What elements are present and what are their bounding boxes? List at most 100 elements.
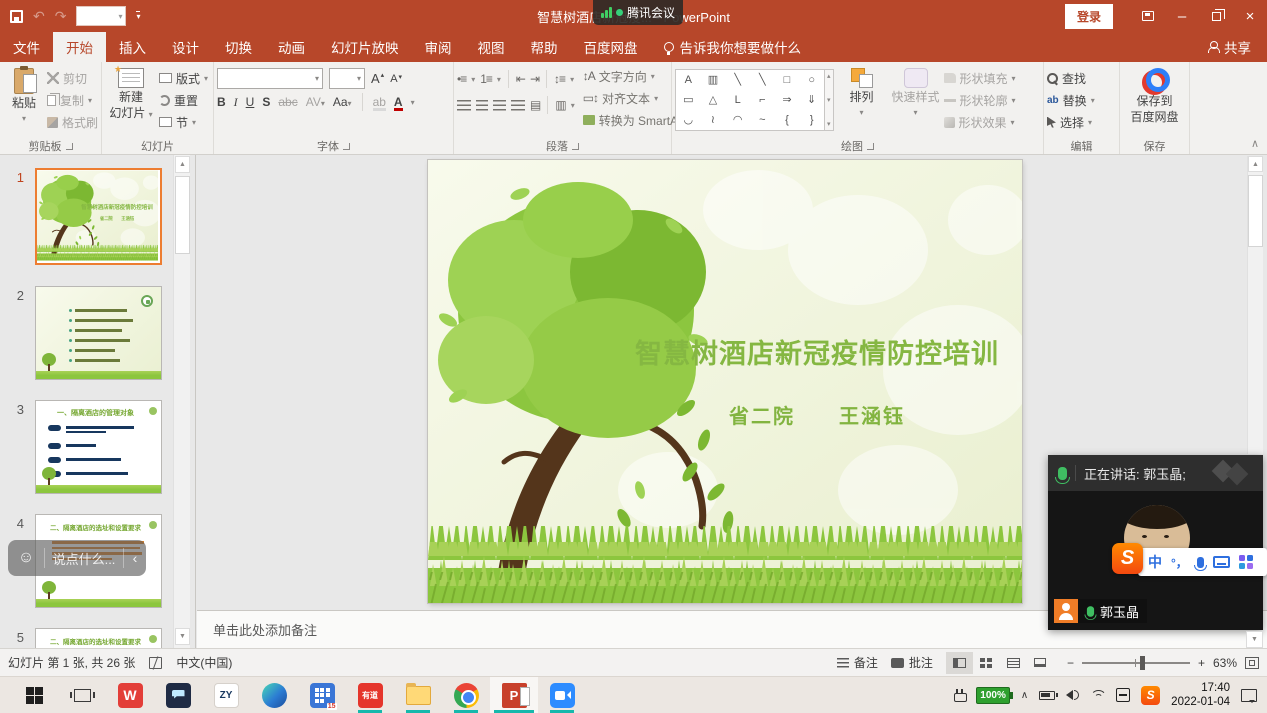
taskbar-clock[interactable]: 17:40 2022-01-04 bbox=[1171, 681, 1230, 710]
taskbar-youdao[interactable]: 有道 bbox=[346, 677, 394, 713]
sogou-ime-logo[interactable]: S bbox=[1112, 543, 1143, 574]
bullets-button[interactable]: •≡ bbox=[457, 72, 466, 86]
reset-button[interactable]: 重置 bbox=[159, 89, 208, 111]
shape-cell[interactable]: ⌐ bbox=[759, 95, 765, 106]
slide-sorter-view-button[interactable] bbox=[973, 652, 1000, 674]
copy-button[interactable]: 复制▾ bbox=[47, 89, 98, 111]
zoom-slider-thumb[interactable] bbox=[1140, 656, 1145, 670]
quick-styles-button[interactable]: 快速样式▾ bbox=[890, 65, 942, 120]
slide-thumbnail-5[interactable]: 二、隔离酒店的选址和设置要求 bbox=[35, 628, 162, 648]
line-spacing-button[interactable]: ↕≡ bbox=[554, 72, 565, 86]
cut-button[interactable]: 剪切 bbox=[47, 67, 98, 89]
scroll-down-icon[interactable]: ▼ bbox=[1246, 631, 1263, 648]
slide-thumbnail-1[interactable]: 智慧树酒店新冠疫情防控培训 省二院 王涵钰 bbox=[35, 168, 162, 265]
slide-subtitle[interactable]: 省二院 王涵钰 bbox=[618, 400, 1016, 429]
reading-view-button[interactable] bbox=[1000, 652, 1027, 674]
ime-toolbar[interactable]: 中 °， bbox=[1138, 548, 1267, 576]
taskbar-calendar-app[interactable]: 15 bbox=[298, 677, 346, 713]
task-view-button[interactable] bbox=[58, 677, 106, 713]
qat-combo-box[interactable]: ▾ bbox=[76, 6, 126, 26]
save-to-baidu-button[interactable]: 保存到 百度网盘 bbox=[1124, 65, 1186, 124]
gallery-up-icon[interactable]: ▴ bbox=[827, 72, 831, 80]
login-button[interactable]: 登录 bbox=[1065, 4, 1113, 29]
shape-cell[interactable]: △ bbox=[709, 95, 717, 106]
highlight-button[interactable]: ab bbox=[373, 95, 386, 109]
align-center-button[interactable] bbox=[476, 100, 488, 111]
shape-cell[interactable]: A bbox=[685, 75, 692, 86]
arrange-button[interactable]: 排列▾ bbox=[836, 65, 888, 120]
tab-view[interactable]: 视图 bbox=[465, 32, 518, 62]
spellcheck-icon[interactable] bbox=[149, 657, 162, 669]
shape-cell[interactable]: { bbox=[785, 115, 789, 126]
normal-view-button[interactable] bbox=[946, 652, 973, 674]
tab-insert[interactable]: 插入 bbox=[106, 32, 159, 62]
zoom-out-button[interactable]: − bbox=[1067, 656, 1074, 670]
notes-placeholder[interactable]: 单击此处添加备注 bbox=[213, 620, 317, 639]
tab-home[interactable]: 开始 bbox=[53, 32, 106, 62]
minimize-button[interactable]: – bbox=[1165, 0, 1199, 32]
char-spacing-button[interactable]: AV▾ bbox=[306, 95, 325, 109]
paste-button[interactable]: 粘贴▾ bbox=[3, 65, 45, 126]
wifi-icon[interactable] bbox=[1090, 690, 1105, 701]
share-button[interactable]: 共享 bbox=[1192, 32, 1267, 62]
font-color-button[interactable]: A bbox=[394, 95, 403, 109]
taskbar-chat-app[interactable] bbox=[154, 677, 202, 713]
sogou-tray-icon[interactable]: S bbox=[1141, 686, 1160, 705]
increase-indent-button[interactable]: ⇥ bbox=[530, 72, 539, 86]
shrink-font-button[interactable]: A▾ bbox=[390, 73, 402, 85]
undo-icon[interactable]: ↶ bbox=[33, 8, 45, 25]
tab-slideshow[interactable]: 幻灯片放映 bbox=[318, 32, 412, 62]
meeting-floating-badge[interactable]: 腾讯会议 bbox=[593, 0, 683, 25]
strikethrough-button[interactable]: abc bbox=[278, 95, 297, 109]
notes-toggle-button[interactable]: 备注 bbox=[837, 654, 878, 671]
slide-thumbnail-3[interactable]: 一、隔离酒店的管理对象 bbox=[35, 400, 162, 494]
thumb-scroll-up-icon[interactable]: ▲ bbox=[175, 156, 190, 173]
thumbnails-scrollbar[interactable]: ▲ ▼ bbox=[173, 155, 190, 648]
meeting-chat-bar[interactable]: ☺ 说点什么... ‹ bbox=[8, 540, 146, 576]
shape-cell[interactable]: ▥ bbox=[708, 75, 718, 86]
battery-icon[interactable] bbox=[1039, 691, 1055, 700]
chat-input[interactable]: 说点什么... bbox=[45, 549, 123, 568]
tell-me-box[interactable]: 告诉我你想要做什么 bbox=[651, 32, 815, 62]
tab-transitions[interactable]: 切换 bbox=[212, 32, 265, 62]
ime-toolbox-icon[interactable] bbox=[1239, 555, 1253, 569]
close-button[interactable]: × bbox=[1233, 0, 1267, 32]
shape-outline-button[interactable]: 形状轮廓▾ bbox=[944, 89, 1016, 111]
ime-keyboard-icon[interactable] bbox=[1213, 556, 1230, 568]
shape-cell[interactable]: ◠ bbox=[733, 115, 743, 126]
ime-punctuation[interactable]: °， bbox=[1171, 554, 1188, 571]
taskbar-wps[interactable]: W bbox=[106, 677, 154, 713]
text-columns-button[interactable]: ▥ bbox=[555, 98, 565, 112]
shape-cell[interactable]: } bbox=[810, 115, 814, 126]
slide-thumbnail-2[interactable] bbox=[35, 286, 162, 380]
start-button[interactable] bbox=[10, 677, 58, 713]
columns-button[interactable]: ▤ bbox=[530, 98, 540, 112]
qat-customize-icon[interactable]: ▾ bbox=[136, 11, 140, 21]
shape-cell[interactable]: ~ bbox=[759, 115, 765, 126]
tab-file[interactable]: 文件 bbox=[0, 32, 53, 62]
font-size-combo[interactable]: ▾ bbox=[329, 68, 365, 89]
shape-cell[interactable]: ⇓ bbox=[807, 95, 816, 106]
thumb-scroll-down-icon[interactable]: ▼ bbox=[175, 628, 190, 645]
taskbar-tencent-meeting[interactable] bbox=[538, 677, 586, 713]
collapse-ribbon-icon[interactable]: ∧ bbox=[1251, 137, 1259, 150]
emoji-icon[interactable]: ☺ bbox=[8, 549, 44, 567]
ribbon-display-options-button[interactable] bbox=[1131, 0, 1165, 32]
layout-button[interactable]: 版式▾ bbox=[159, 67, 208, 89]
shape-cell[interactable]: ◡ bbox=[684, 115, 694, 126]
font-name-combo[interactable]: ▾ bbox=[217, 68, 323, 89]
ime-tray-icon[interactable] bbox=[1116, 688, 1130, 702]
decrease-indent-button[interactable]: ⇤ bbox=[516, 72, 525, 86]
shapes-gallery[interactable]: A▥╲╲□○ ▭△L⌐⇒⇓ ◡≀◠~{} bbox=[675, 69, 825, 131]
ime-mode-chinese[interactable]: 中 bbox=[1148, 552, 1162, 572]
font-dialog-launcher-icon[interactable] bbox=[343, 143, 350, 150]
taskbar-edge[interactable] bbox=[250, 677, 298, 713]
section-button[interactable]: 节▾ bbox=[159, 111, 208, 133]
collapse-chat-icon[interactable]: ‹ bbox=[124, 550, 146, 566]
shape-cell[interactable]: ╲ bbox=[734, 75, 741, 86]
select-button[interactable]: 选择▾ bbox=[1047, 111, 1095, 133]
justify-button[interactable] bbox=[511, 100, 525, 111]
action-center-icon[interactable] bbox=[1241, 689, 1257, 702]
power-plug-icon[interactable] bbox=[954, 689, 965, 702]
shape-cell[interactable]: ╲ bbox=[759, 75, 766, 86]
